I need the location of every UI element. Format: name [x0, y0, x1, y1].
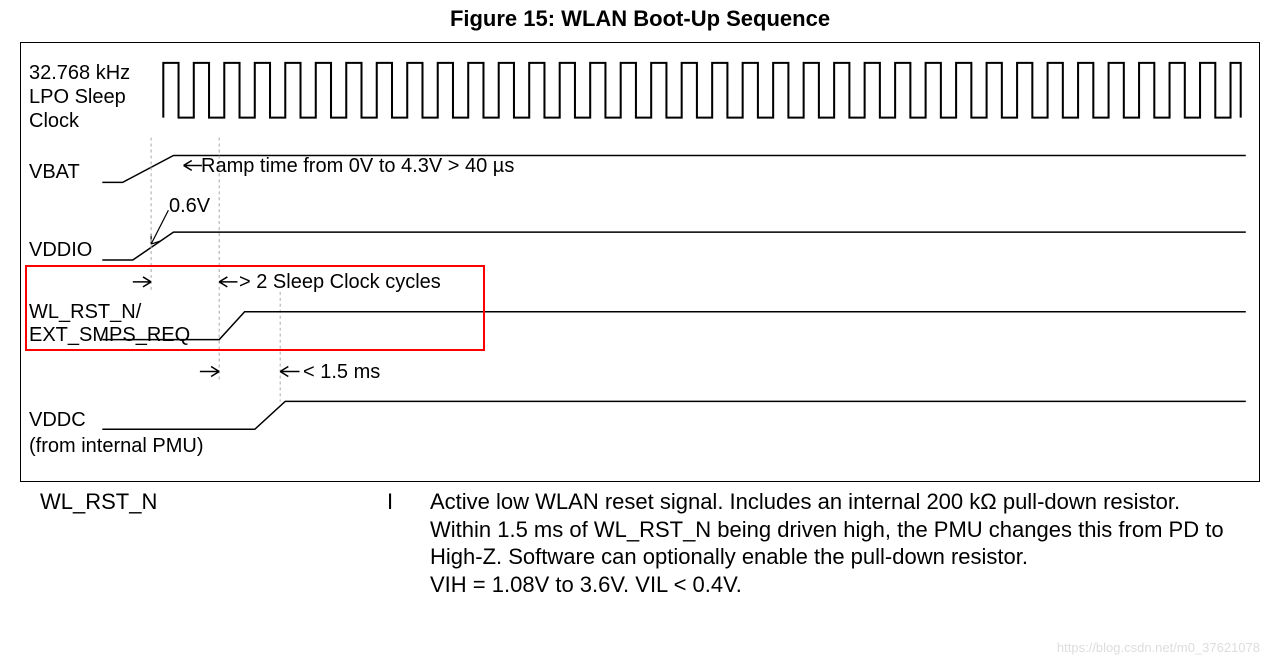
label-vddc-sub: (from internal PMU)	[29, 435, 203, 458]
signal-description-row: WL_RST_N I Active low WLAN reset signal.…	[20, 488, 1260, 598]
highlight-box-wlrstn	[25, 265, 485, 351]
annot-1-5ms: < 1.5 ms	[303, 361, 380, 384]
desc-text: Active low WLAN reset signal. Includes a…	[430, 488, 1260, 598]
figure-title: Figure 15: WLAN Boot-Up Sequence	[0, 0, 1280, 38]
label-lpo-clock: 32.768 kHz LPO Sleep Clock	[29, 61, 149, 133]
timing-diagram: 32.768 kHz LPO Sleep Clock VBAT VDDIO WL…	[20, 42, 1260, 482]
desc-signal-name: WL_RST_N	[20, 488, 350, 598]
annot-0-6v: 0.6V	[169, 195, 210, 218]
annot-ramp-time: Ramp time from 0V to 4.3V > 40 µs	[201, 155, 514, 178]
label-vbat: VBAT	[29, 161, 80, 184]
desc-io-direction: I	[350, 488, 430, 598]
label-vddc: VDDC	[29, 409, 86, 432]
label-vddio: VDDIO	[29, 239, 92, 262]
watermark: https://blog.csdn.net/m0_37621078	[1057, 640, 1260, 655]
timing-svg	[21, 43, 1259, 481]
